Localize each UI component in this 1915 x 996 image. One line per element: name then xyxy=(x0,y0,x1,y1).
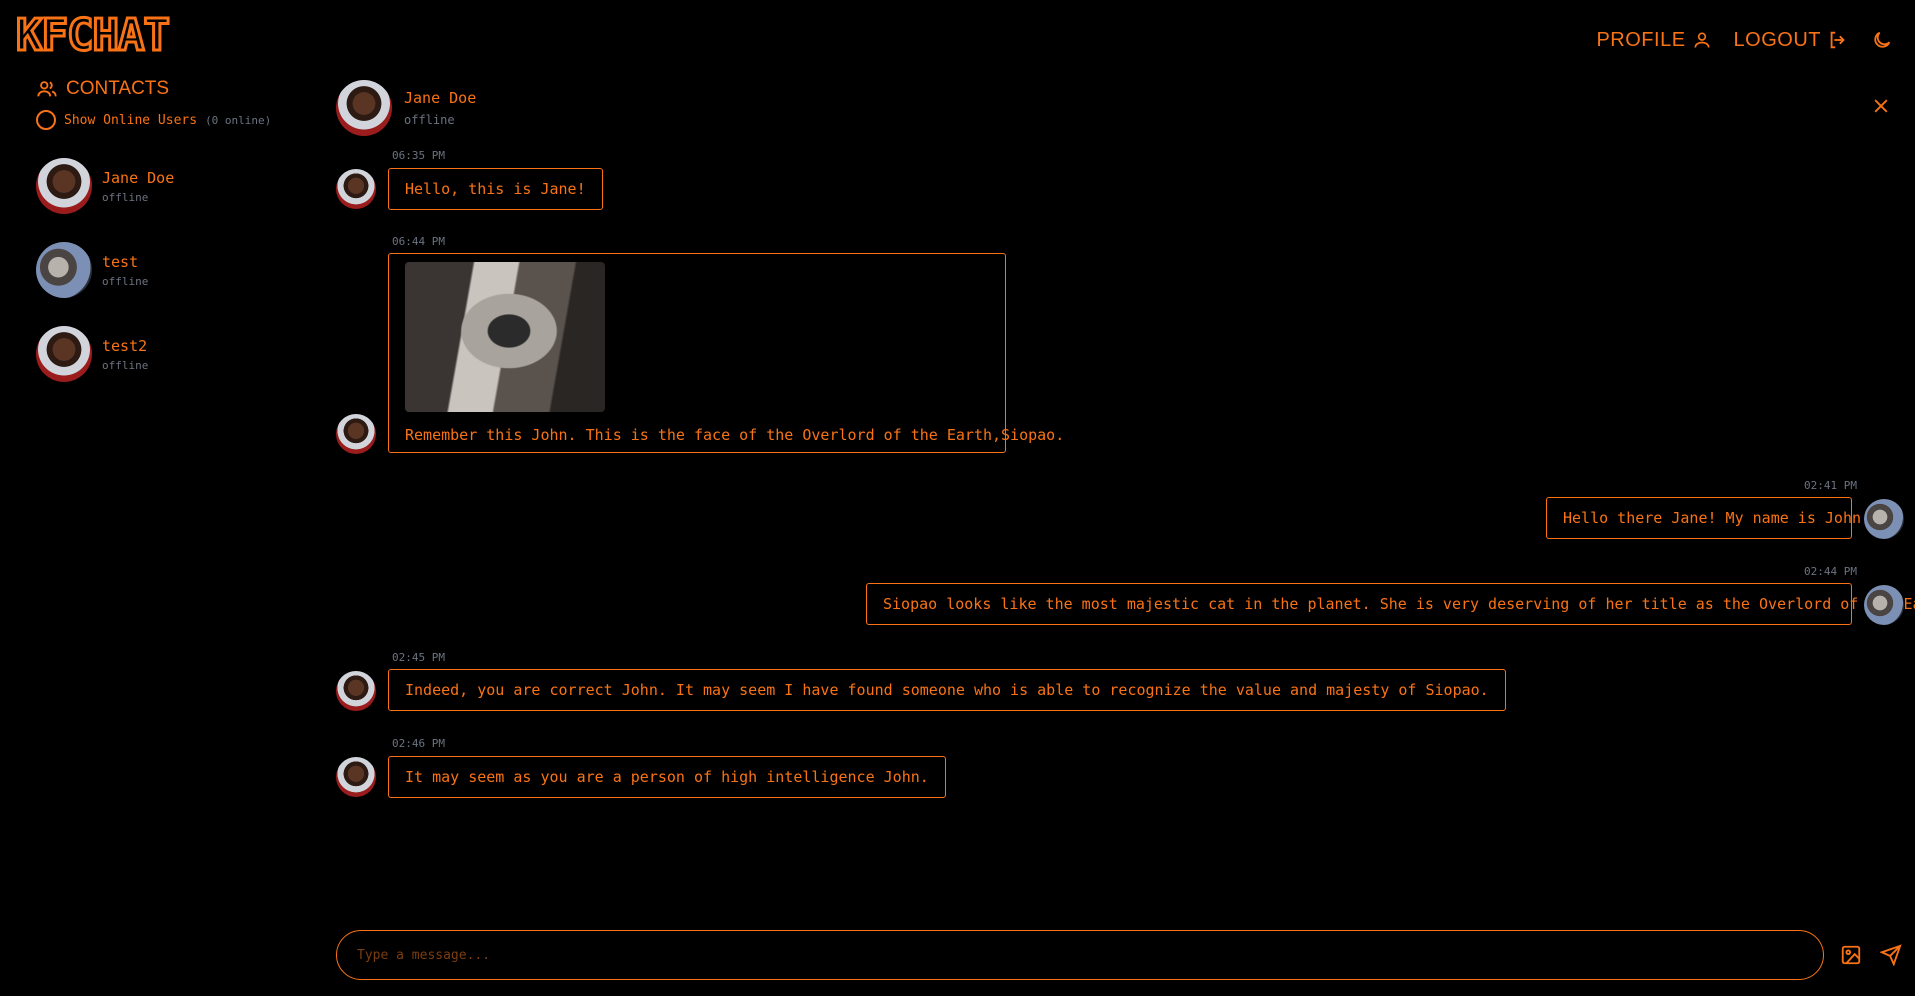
contacts-header: CONTACTS xyxy=(36,78,306,100)
message-bubble: It may seem as you are a person of high … xyxy=(388,756,946,798)
message-bubble: Siopao looks like the most majestic cat … xyxy=(866,583,1915,625)
avatar xyxy=(36,158,92,214)
logout-icon xyxy=(1830,31,1845,49)
message-bubble: Remember this John. This is the face of … xyxy=(388,253,1065,453)
message-time: 02:45 PM xyxy=(392,651,445,664)
contact-name: Jane Doe xyxy=(102,168,175,187)
message-input[interactable] xyxy=(357,947,1803,963)
avatar xyxy=(336,80,392,136)
close-icon[interactable] xyxy=(1871,96,1891,116)
avatar xyxy=(336,414,376,454)
message-time: 06:35 PM xyxy=(392,149,445,162)
contact-status: offline xyxy=(102,274,149,288)
online-users-toggle[interactable] xyxy=(36,110,56,130)
avatar xyxy=(1864,499,1904,539)
online-toggle-label: Show Online Users xyxy=(64,112,198,128)
profile-link[interactable]: PROFILE xyxy=(1596,29,1711,52)
contact-item[interactable]: test2 offline xyxy=(36,312,306,396)
users-icon xyxy=(37,81,57,97)
user-icon xyxy=(1694,32,1710,48)
online-count: (0 online) xyxy=(205,113,272,127)
message-time: 02:44 PM xyxy=(1804,565,1857,578)
contact-status: offline xyxy=(102,190,149,204)
image-upload-icon[interactable] xyxy=(1840,944,1862,966)
avatar xyxy=(36,242,92,298)
svg-text:KFCHAT: KFCHAT xyxy=(16,12,169,58)
contact-name: test xyxy=(102,252,139,271)
contacts-title: CONTACTS xyxy=(66,78,170,99)
chat-contact-name: Jane Doe xyxy=(404,89,477,107)
online-users-filter: Show Online Users (0 online) xyxy=(36,110,306,130)
message-bubble: Indeed, you are correct John. It may see… xyxy=(388,669,1506,711)
chat-header: Jane Doe offline xyxy=(336,80,476,136)
top-nav: PROFILE LOGOUT xyxy=(1596,26,1893,54)
avatar xyxy=(336,671,376,711)
avatar xyxy=(336,757,376,797)
message-bubble: Hello, this is Jane! xyxy=(388,168,603,210)
chat-contact-status: offline xyxy=(404,113,455,127)
theme-toggle-button[interactable] xyxy=(1871,29,1893,51)
message-time: 02:41 PM xyxy=(1804,479,1857,492)
profile-label: PROFILE xyxy=(1596,28,1686,51)
message-time: 06:44 PM xyxy=(392,235,445,248)
contact-status: offline xyxy=(102,358,149,372)
contact-item[interactable]: test offline xyxy=(36,228,306,312)
avatar xyxy=(1864,585,1904,625)
message-composer xyxy=(336,930,1824,980)
app-logo: KFCHAT xyxy=(15,12,172,58)
contact-item[interactable]: Jane Doe offline xyxy=(36,144,306,228)
cat-photo[interactable] xyxy=(405,262,605,412)
contacts-sidebar: CONTACTS Show Online Users (0 online) Ja… xyxy=(36,78,306,396)
logout-link[interactable]: LOGOUT xyxy=(1734,29,1849,52)
logout-label: LOGOUT xyxy=(1733,28,1821,51)
message-text: Remember this John. This is the face of … xyxy=(405,426,1065,444)
avatar xyxy=(336,169,376,209)
moon-icon xyxy=(1874,31,1891,48)
send-icon[interactable] xyxy=(1880,944,1902,966)
message-time: 02:46 PM xyxy=(392,737,445,750)
avatar xyxy=(36,326,92,382)
contact-name: test2 xyxy=(102,336,148,355)
message-bubble: Hello there Jane! My name is John. xyxy=(1546,497,1870,539)
